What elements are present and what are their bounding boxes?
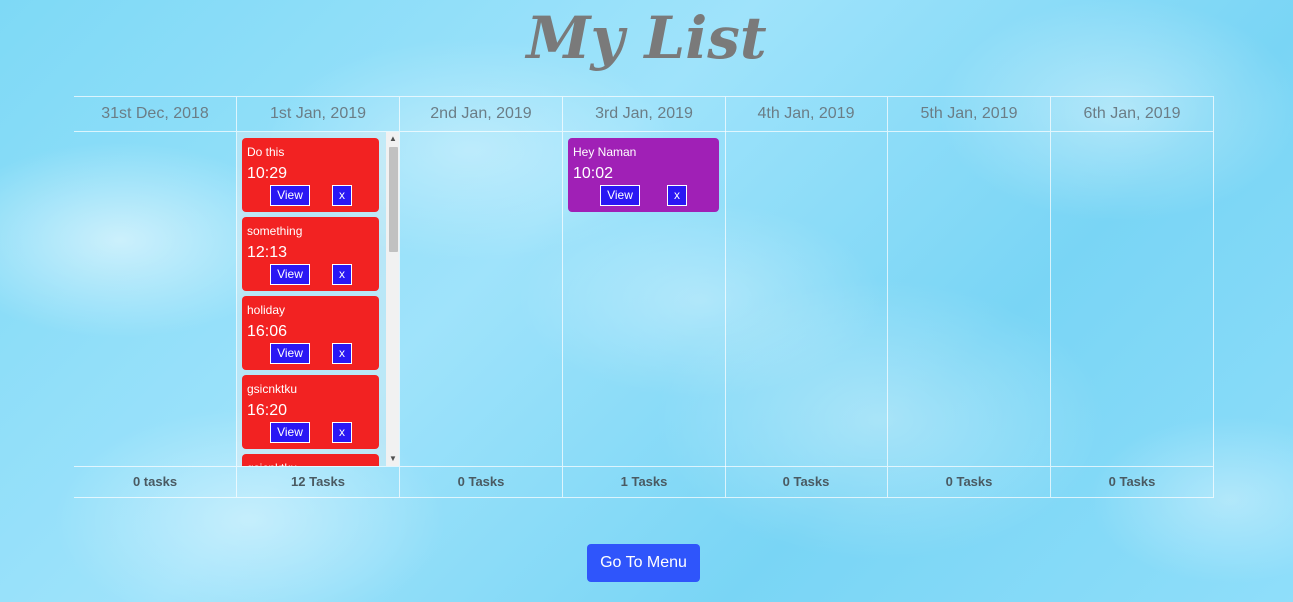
day-header: 1st Jan, 2019 xyxy=(237,97,399,132)
view-task-button[interactable]: View xyxy=(600,185,640,206)
task-time: 16:06 xyxy=(247,323,288,340)
task-time: 16:20 xyxy=(247,402,288,419)
scroll-up-arrow-icon[interactable]: ▲ xyxy=(386,132,399,146)
day-column: 31st Dec, 2018 0 tasks xyxy=(74,97,237,497)
delete-task-button[interactable]: x xyxy=(667,185,687,206)
task-name: holiday xyxy=(247,303,286,317)
day-task-count: 12 Tasks xyxy=(237,466,399,497)
day-column: 5th Jan, 2019 0 Tasks xyxy=(888,97,1051,497)
day-column: 1st Jan, 2019 Do this 10:29 View x somet… xyxy=(237,97,400,497)
scroll-down-arrow-icon[interactable]: ▼ xyxy=(386,452,399,466)
task-time: 10:29 xyxy=(247,165,288,182)
delete-task-button[interactable]: x xyxy=(332,343,352,364)
day-column: 6th Jan, 2019 0 Tasks xyxy=(1051,97,1214,497)
day-task-list xyxy=(1051,132,1213,466)
delete-task-button[interactable]: x xyxy=(332,422,352,443)
day-header: 2nd Jan, 2019 xyxy=(400,97,562,132)
task-card: Hey Naman 10:02 View x xyxy=(568,138,719,212)
view-task-button[interactable]: View xyxy=(270,343,310,364)
day-task-list: Hey Naman 10:02 View x xyxy=(563,132,725,466)
day-task-count: 0 Tasks xyxy=(888,466,1050,497)
task-time: 12:13 xyxy=(247,244,288,261)
day-column: 3rd Jan, 2019 Hey Naman 10:02 View x 1 T… xyxy=(563,97,726,497)
day-task-list xyxy=(888,132,1050,466)
task-card: gsicnktku xyxy=(242,454,379,466)
day-header: 4th Jan, 2019 xyxy=(725,97,887,132)
task-card: gsicnktku 16:20 View x xyxy=(242,375,379,449)
day-task-count: 1 Tasks xyxy=(563,466,725,497)
view-task-button[interactable]: View xyxy=(270,185,310,206)
delete-task-button[interactable]: x xyxy=(332,185,352,206)
task-name: Do this xyxy=(247,145,285,159)
day-task-list[interactable]: Do this 10:29 View x something 12:13 Vie… xyxy=(237,132,399,466)
task-name: something xyxy=(247,224,303,238)
scrollbar[interactable]: ▲ ▼ xyxy=(386,132,399,466)
task-time: 10:02 xyxy=(573,165,614,182)
task-name: gsicnktku xyxy=(247,382,298,396)
day-task-count: 0 Tasks xyxy=(1051,466,1213,497)
day-header: 5th Jan, 2019 xyxy=(888,97,1050,132)
day-header: 6th Jan, 2019 xyxy=(1051,97,1213,132)
view-task-button[interactable]: View xyxy=(270,264,310,285)
task-name: Hey Naman xyxy=(573,145,637,159)
day-task-count: 0 tasks xyxy=(74,466,236,497)
scrollbar-thumb[interactable] xyxy=(389,147,398,252)
task-card: something 12:13 View x xyxy=(242,217,379,291)
view-task-button[interactable]: View xyxy=(270,422,310,443)
day-task-list xyxy=(74,132,236,466)
day-task-list xyxy=(400,132,562,466)
day-column: 2nd Jan, 2019 0 Tasks xyxy=(400,97,563,497)
day-header: 3rd Jan, 2019 xyxy=(563,97,725,132)
week-calendar: 31st Dec, 2018 0 tasks 1st Jan, 2019 Do … xyxy=(74,96,1214,498)
delete-task-button[interactable]: x xyxy=(332,264,352,285)
day-header: 31st Dec, 2018 xyxy=(74,97,236,132)
day-task-list xyxy=(725,132,887,466)
day-task-count: 0 Tasks xyxy=(400,466,562,497)
day-column: 4th Jan, 2019 0 Tasks xyxy=(725,97,888,497)
task-card: holiday 16:06 View x xyxy=(242,296,379,370)
page-title: My List xyxy=(526,4,767,72)
go-to-menu-button[interactable]: Go To Menu xyxy=(587,544,700,582)
day-task-count: 0 Tasks xyxy=(725,466,887,497)
task-card: Do this 10:29 View x xyxy=(242,138,379,212)
task-scroll-area[interactable]: Do this 10:29 View x something 12:13 Vie… xyxy=(237,132,399,466)
